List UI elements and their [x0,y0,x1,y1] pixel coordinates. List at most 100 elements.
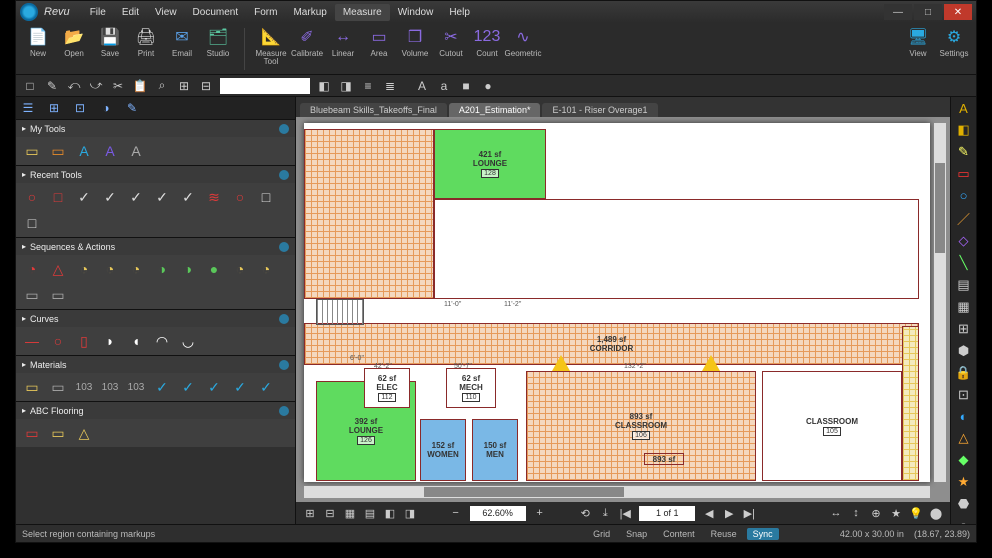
document-tab[interactable]: E-101 - Riser Overage1 [542,103,657,117]
nav-option-icon[interactable]: ↕ [848,505,864,521]
room-class2[interactable]: CLASSROOM105 [762,371,902,481]
ribbon-linear-button[interactable]: ↔Linear [327,26,359,72]
document-tab[interactable]: Bluebeam Skills_Takeoffs_Final [300,103,447,117]
tool-icon[interactable]: ≋ [204,187,224,207]
tool-icon[interactable]: ▭ [48,423,68,443]
room-class1[interactable]: 893 sfCLASSROOM106 [526,371,756,481]
nav-option-icon[interactable]: ★ [888,505,904,521]
tool-icon[interactable]: ▭ [48,285,68,305]
tool-icon[interactable]: ✓ [152,187,172,207]
status-toggle-snap[interactable]: Snap [620,528,653,540]
panel-header-curves[interactable]: ▸Curves [16,309,295,327]
left-tab-icon[interactable]: ⊡ [72,100,88,116]
status-toggle-reuse[interactable]: Reuse [705,528,743,540]
tool-icon[interactable]: ▯ [74,331,94,351]
window-close-button[interactable]: ✕ [944,4,972,20]
panel-settings-icon[interactable] [279,360,289,370]
tool-icon[interactable]: ◡ [178,331,198,351]
panel-header-recent-tools[interactable]: ▸Recent Tools [16,165,295,183]
status-toggle-sync[interactable]: Sync [747,528,779,540]
qat-align-icon[interactable]: ◧ [316,78,332,94]
nav-option-icon[interactable]: ⊕ [868,505,884,521]
nav-page-icon[interactable]: ⤓ [597,505,613,521]
left-tab-icon[interactable]: ◑ [98,100,114,116]
right-tool-icon[interactable]: A [955,101,973,116]
ribbon-cutout-button[interactable]: ✂Cutout [435,26,467,72]
window-restore-button[interactable]: □ [914,4,942,20]
panel-settings-icon[interactable] [279,406,289,416]
menu-view[interactable]: View [147,4,185,21]
tool-icon[interactable]: ◔ [74,259,94,279]
room-elec[interactable]: 62 sfELEC112 [364,368,410,408]
tool-icon[interactable]: ◔ [100,259,120,279]
panel-settings-icon[interactable] [279,170,289,180]
right-tool-icon[interactable]: ╲ [955,255,973,271]
right-tool-icon[interactable]: ◆ [955,452,973,468]
left-tab-icon[interactable]: ☰ [20,100,36,116]
room-corridor_top[interactable] [304,129,434,299]
ribbon-print-button[interactable]: 🖨Print [130,26,162,72]
nav-view-icon[interactable]: ◧ [382,505,398,521]
status-toggle-content[interactable]: Content [657,528,701,540]
tool-icon[interactable]: □ [256,187,276,207]
left-tab-icon[interactable]: ⊞ [46,100,62,116]
page-indicator[interactable]: 1 of 1 [639,506,695,521]
ribbon-new-button[interactable]: 📄New [22,26,54,72]
tool-icon[interactable]: ✓ [230,377,250,397]
tool-icon[interactable]: — [22,331,42,351]
nav-page-icon[interactable]: ▶| [741,505,757,521]
ribbon-save-button[interactable]: 💾Save [94,26,126,72]
tool-icon[interactable]: ◠ [152,331,172,351]
ribbon-view-button[interactable]: 🖥View [902,26,934,72]
ribbon-open-button[interactable]: 📂Open [58,26,90,72]
zoom-level[interactable]: 62.60% [470,506,526,521]
vertical-scrollbar[interactable] [934,123,946,482]
tool-icon[interactable]: ✓ [178,187,198,207]
tool-icon[interactable]: ◖ [126,331,146,351]
panel-header-materials[interactable]: ▸Materials [16,355,295,373]
right-tool-icon[interactable]: ⬣ [955,496,973,512]
window-minimize-button[interactable]: — [884,4,912,20]
nav-page-icon[interactable]: ▶ [721,505,737,521]
menu-document[interactable]: Document [185,4,247,21]
room-corridor_mid[interactable]: 1,489 sfCORRIDOR [304,323,919,365]
qat-align-icon[interactable]: ≡ [360,78,376,94]
room-class1_tag[interactable]: 893 sf [644,453,684,465]
ribbon-studio-button[interactable]: 🗂Studio [202,26,234,72]
tool-icon[interactable]: ◔ [256,259,276,279]
qat-icon[interactable]: ⊞ [176,78,192,94]
tool-icon[interactable]: ✓ [126,187,146,207]
right-tool-icon[interactable]: ⊡ [955,387,973,403]
document-tab[interactable]: A201_Estimation* [449,103,541,117]
tool-icon[interactable]: ◔ [126,259,146,279]
right-tool-icon[interactable]: ◇ [955,233,973,249]
tool-icon[interactable]: ✓ [152,377,172,397]
panel-settings-icon[interactable] [279,242,289,252]
qat-icon[interactable]: 📋 [132,78,148,94]
nav-page-icon[interactable]: |◀ [617,505,633,521]
qat-icon[interactable]: ⊟ [198,78,214,94]
tool-icon[interactable]: ▭ [22,141,42,161]
ribbon-volume-button[interactable]: ❒Volume [399,26,431,72]
zoom-out-button[interactable]: − [448,505,464,521]
panel-settings-icon[interactable] [279,124,289,134]
tool-icon[interactable]: ▭ [22,377,42,397]
room-men[interactable]: 150 sfMEN [472,419,518,481]
qat-icon[interactable]: ⤻ [88,78,104,94]
font-selector[interactable] [220,78,310,94]
right-tool-icon[interactable]: ✎ [955,144,973,160]
tool-icon[interactable]: ◑ [152,259,172,279]
qat-icon[interactable]: ⤺ [66,78,82,94]
status-toggle-grid[interactable]: Grid [587,528,616,540]
right-tool-icon[interactable]: 🔒 [955,365,973,381]
room-strip_r[interactable] [902,326,919,481]
tool-icon[interactable]: ✓ [256,377,276,397]
tool-icon[interactable]: ○ [48,331,68,351]
ribbon-measure-tool-button[interactable]: 📐Measure Tool [255,26,287,72]
tool-icon[interactable]: 103 [100,377,120,397]
ribbon-area-button[interactable]: ▭Area [363,26,395,72]
panel-header-my-tools[interactable]: ▸My Tools [16,119,295,137]
room-lounge1[interactable]: 421 sfLOUNGE128 [434,129,546,199]
tool-icon[interactable]: ▭ [48,141,68,161]
right-tool-icon[interactable]: △ [955,430,973,446]
